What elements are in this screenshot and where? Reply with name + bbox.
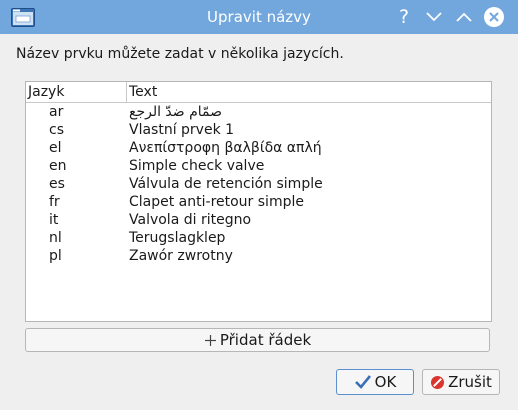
minimize-button[interactable] [423, 6, 445, 28]
names-table[interactable]: Jazyk Text ar صمّام ضدّ الرجع cs Vlastní… [25, 81, 492, 322]
table-row[interactable]: ar صمّام ضدّ الرجع [26, 103, 491, 121]
table-body: ar صمّام ضدّ الرجع cs Vlastní prvek 1 el… [26, 103, 491, 265]
chevron-down-icon [426, 12, 442, 22]
help-icon: ? [398, 6, 410, 28]
table-row[interactable]: es Válvula de retención simple [26, 175, 491, 193]
language-cell: it [49, 212, 59, 228]
text-cell[interactable]: Zawór zwrotny [129, 247, 233, 265]
text-cell[interactable]: صمّام ضدّ الرجع [129, 103, 222, 121]
maximize-button[interactable] [453, 6, 475, 28]
text-cell[interactable]: Ανεπίστροφη βαλβίδα απλή [129, 139, 322, 157]
close-button[interactable] [483, 6, 505, 28]
language-cell: ar [49, 104, 64, 120]
text-cell[interactable]: Simple check valve [129, 157, 264, 175]
table-row[interactable]: pl Zawór zwrotny [26, 247, 491, 265]
column-header-text[interactable]: Text [129, 82, 157, 102]
add-row-button[interactable]: Přidat řádek [25, 328, 490, 352]
language-cell: nl [49, 230, 62, 246]
text-cell[interactable]: Vlastní prvek 1 [129, 121, 234, 139]
language-cell: es [49, 176, 65, 192]
text-cell[interactable]: Terugslagklep [129, 229, 225, 247]
table-row[interactable]: en Simple check valve [26, 157, 491, 175]
close-icon [484, 7, 504, 27]
cancel-icon [431, 375, 445, 389]
title-bar[interactable]: Upravit názvy ? [0, 0, 518, 34]
table-row[interactable]: it Valvola di ritegno [26, 211, 491, 229]
table-row[interactable]: fr Clapet anti-retour simple [26, 193, 491, 211]
instruction-text: Název prvku můžete zadat v několika jazy… [16, 46, 344, 62]
language-cell: en [49, 158, 67, 174]
add-row-label: Přidat řádek [219, 331, 312, 349]
column-header-language[interactable]: Jazyk [28, 82, 127, 102]
ok-label: OK [374, 373, 397, 391]
language-cell: fr [49, 194, 60, 210]
language-cell: cs [49, 122, 64, 138]
cancel-label: Zrušit [448, 373, 492, 391]
cancel-button[interactable]: Zrušit [422, 369, 500, 395]
table-header: Jazyk Text [26, 82, 491, 103]
text-cell[interactable]: Clapet anti-retour simple [129, 193, 304, 211]
ok-button[interactable]: OK [336, 369, 414, 395]
language-cell: pl [49, 248, 62, 264]
table-row[interactable]: nl Terugslagklep [26, 229, 491, 247]
text-cell[interactable]: Valvola di ritegno [129, 211, 251, 229]
help-button[interactable]: ? [393, 6, 415, 28]
plus-icon [204, 334, 216, 346]
table-row[interactable]: el Ανεπίστροφη βαλβίδα απλή [26, 139, 491, 157]
chevron-up-icon [456, 12, 472, 22]
checkmark-icon [354, 375, 371, 389]
table-row[interactable]: cs Vlastní prvek 1 [26, 121, 491, 139]
language-cell: el [49, 140, 62, 156]
text-cell[interactable]: Válvula de retención simple [129, 175, 323, 193]
